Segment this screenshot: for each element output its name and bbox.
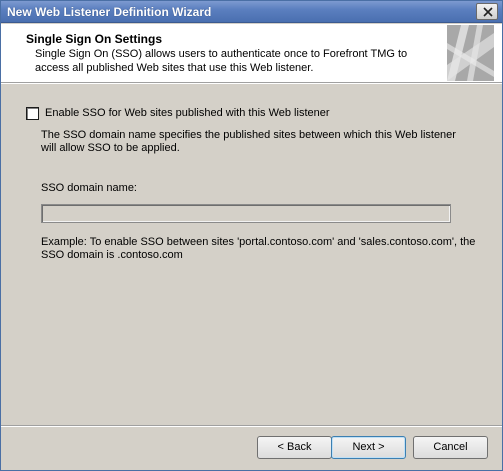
sso-domain-label: SSO domain name: <box>41 182 137 194</box>
next-button[interactable]: Next > <box>331 436 406 459</box>
page-title: Single Sign On Settings <box>26 32 163 46</box>
wizard-window: New Web Listener Definition Wizard Singl… <box>0 0 503 471</box>
close-icon <box>483 7 493 17</box>
page-description: Single Sign On (SSO) allows users to aut… <box>35 48 408 74</box>
footer-divider-highlight <box>1 426 502 427</box>
sso-explanation: The SSO domain name specifies the publis… <box>41 129 456 154</box>
wizard-content: Enable SSO for Web sites published with … <box>1 85 502 425</box>
sso-example-text: Example: To enable SSO between sites 'po… <box>41 236 476 261</box>
wizard-graphic-icon <box>447 25 494 81</box>
header-divider <box>1 83 502 84</box>
close-button[interactable] <box>476 3 498 20</box>
enable-sso-label[interactable]: Enable SSO for Web sites published with … <box>45 107 330 119</box>
enable-sso-row[interactable]: Enable SSO for Web sites published with … <box>26 106 330 120</box>
sso-domain-field[interactable] <box>41 204 451 223</box>
wizard-header: Single Sign On Settings Single Sign On (… <box>1 24 502 83</box>
window-title: New Web Listener Definition Wizard <box>7 5 212 19</box>
enable-sso-checkbox[interactable] <box>26 106 39 120</box>
cancel-button[interactable]: Cancel <box>413 436 488 459</box>
back-button[interactable]: < Back <box>257 436 332 459</box>
title-bar[interactable]: New Web Listener Definition Wizard <box>1 1 502 23</box>
